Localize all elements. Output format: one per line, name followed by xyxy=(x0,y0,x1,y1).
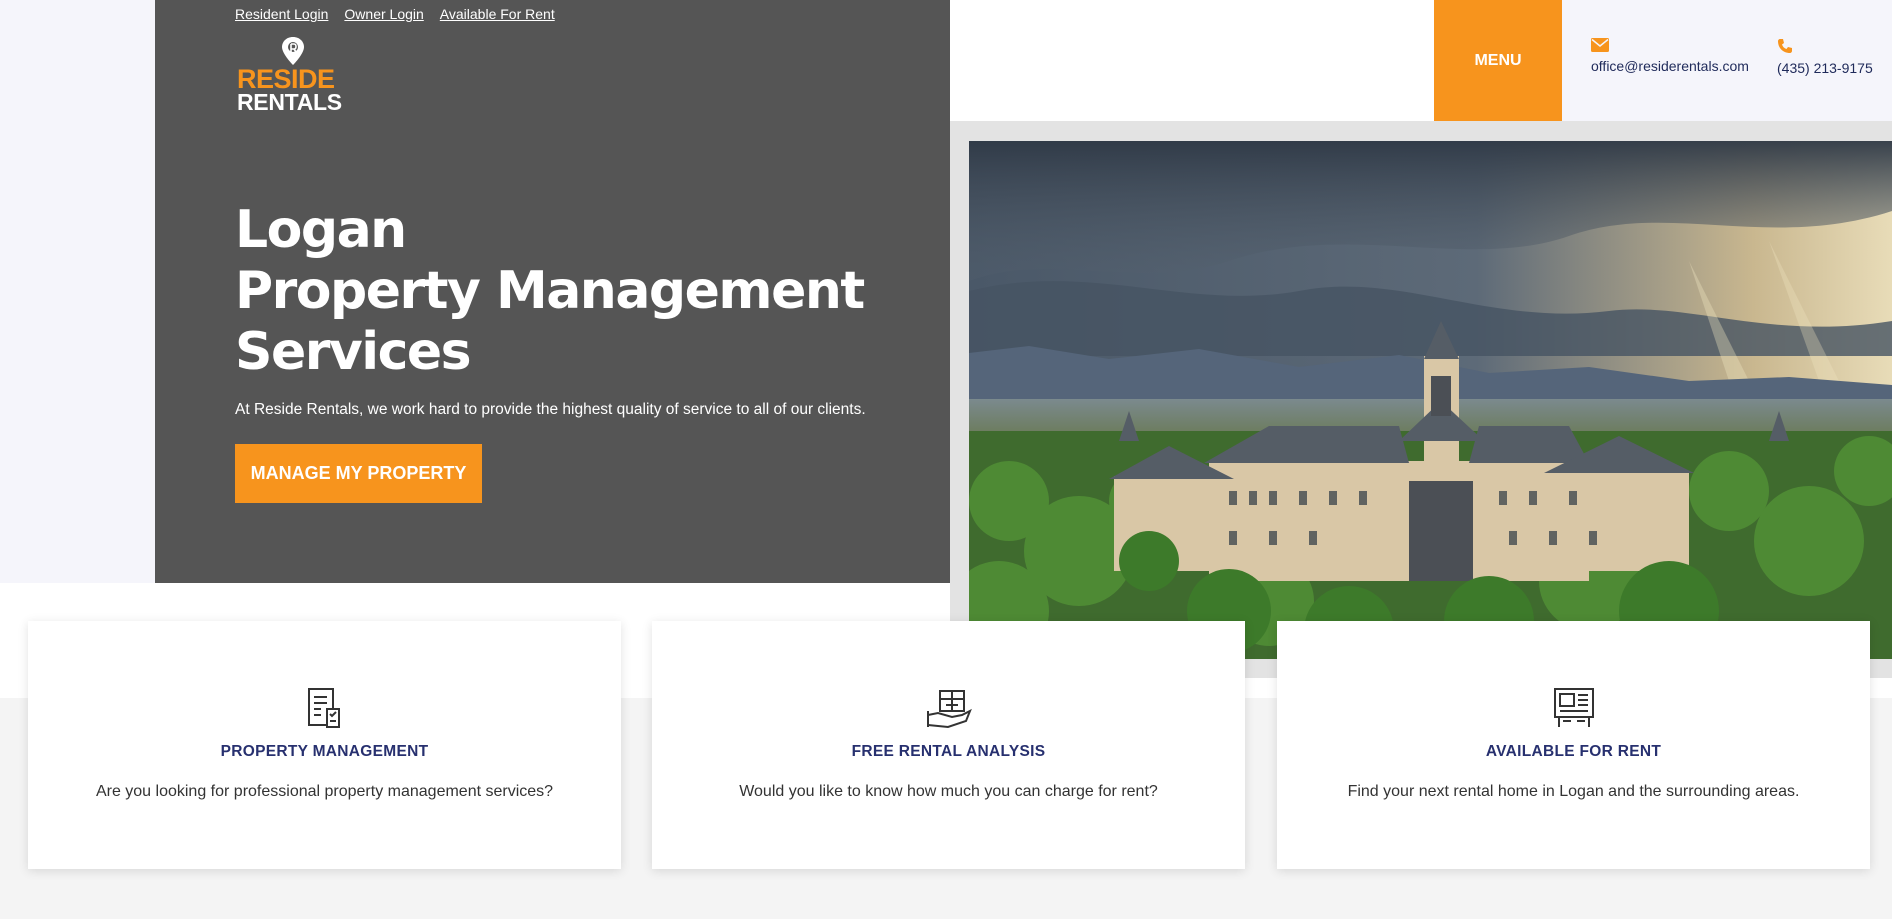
listing-board-icon xyxy=(1553,688,1594,727)
logo-line-2: RENTALS xyxy=(237,89,342,115)
title-line-3: Services xyxy=(235,322,472,382)
map-pin-logo-icon xyxy=(282,37,304,65)
owner-login-link[interactable]: Owner Login xyxy=(344,6,423,22)
property-management-card[interactable]: PROPERTY MANAGEMENT Are you looking for … xyxy=(28,621,621,869)
envelope-icon xyxy=(1591,38,1609,52)
house-in-hand-icon xyxy=(926,690,972,729)
page-title: Logan Property Management Services xyxy=(235,200,895,383)
hero-photo xyxy=(969,141,1892,659)
card-title: PROPERTY MANAGEMENT xyxy=(220,743,429,760)
card-title: AVAILABLE FOR RENT xyxy=(1485,743,1662,760)
available-for-rent-link[interactable]: Available For Rent xyxy=(440,6,555,22)
card-title: FREE RENTAL ANALYSIS xyxy=(851,743,1046,760)
phone-contact[interactable]: (435) 213-9175 xyxy=(1777,38,1873,78)
available-for-rent-card[interactable]: AVAILABLE FOR RENT Find your next rental… xyxy=(1277,621,1870,869)
phone-icon xyxy=(1778,39,1792,53)
hero-subtitle: At Reside Rentals, we work hard to provi… xyxy=(235,401,866,418)
menu-button[interactable]: MENU xyxy=(1434,0,1562,121)
card-description: Are you looking for professional propert… xyxy=(95,783,554,800)
email-contact[interactable]: office@residerentals.com xyxy=(1591,38,1749,76)
email-address: office@residerentals.com xyxy=(1591,58,1749,74)
reside-rentals-logo[interactable]: RESIDE RENTALS xyxy=(235,36,360,114)
utility-nav: Resident Login Owner Login Available For… xyxy=(235,6,555,22)
card-description: Find your next rental home in Logan and … xyxy=(1347,783,1800,800)
left-background-strip xyxy=(0,0,155,583)
phone-number: (435) 213-9175 xyxy=(1777,60,1873,76)
manage-my-property-button[interactable]: MANAGE MY PROPERTY xyxy=(235,444,482,503)
resident-login-link[interactable]: Resident Login xyxy=(235,6,328,22)
title-line-1: Logan xyxy=(235,200,407,260)
title-line-2: Property Management xyxy=(235,261,865,321)
campus-landscape-image xyxy=(969,141,1892,659)
card-description: Would you like to know how much you can … xyxy=(739,783,1158,800)
free-rental-analysis-card[interactable]: FREE RENTAL ANALYSIS Would you like to k… xyxy=(652,621,1245,869)
checklist-icon xyxy=(307,688,340,728)
